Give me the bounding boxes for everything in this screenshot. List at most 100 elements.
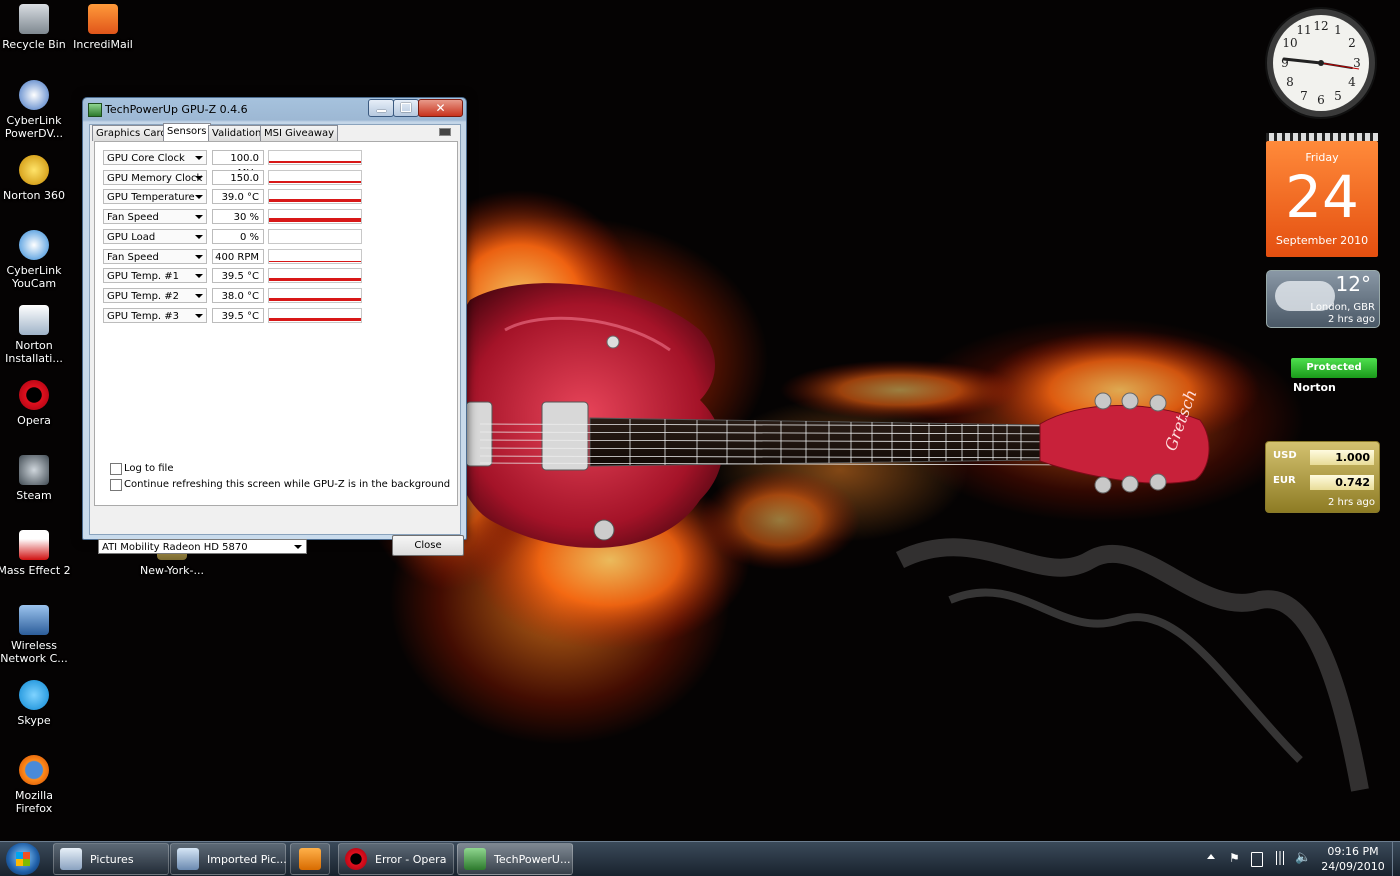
desktop-icon-skype[interactable]: Skype [0,676,72,727]
taskbar-button-imported-pictures[interactable]: Imported Pic... [170,843,287,875]
sensor-graph [268,248,362,264]
desktop-icon-label: Norton Installati... [5,339,63,365]
sensor-value: 400 RPM [212,248,264,264]
clock-numeral: 2 [1348,36,1356,50]
clock-numeral: 10 [1282,36,1297,50]
tab-msi-giveaway[interactable]: MSI Giveaway [260,125,339,141]
window-titlebar[interactable]: TechPowerUp GPU-Z 0.4.6 ✕ [83,98,466,122]
close-button[interactable]: Close [392,535,464,556]
maximize-icon [401,103,411,112]
clock-date[interactable]: 24/09/2010 [1318,860,1388,873]
currency-to-code[interactable]: EUR [1273,475,1296,486]
sensor-graph [268,287,362,303]
gpuz-window[interactable]: TechPowerUp GPU-Z 0.4.6 ✕ Graphics Card … [82,97,467,556]
sensor-name-dropdown[interactable]: GPU Memory Clock [103,169,207,185]
action-center-flag-icon[interactable]: ⚑ [1229,851,1241,865]
desktop-icon-label: CyberLink PowerDV... [4,114,64,140]
sensor-graph-bar [269,199,361,203]
desktop-icon-label: Recycle Bin [2,38,66,51]
sensor-value: 38.0 °C [212,287,264,303]
desktop-icon-label: New-York-... [140,564,204,577]
sensor-name-dropdown[interactable]: Fan Speed [103,248,207,264]
show-hidden-icons-chevron-icon[interactable] [1207,854,1215,859]
taskbar-button-gpuz[interactable]: TechPowerU... [457,843,573,875]
chevron-down-icon [195,254,203,259]
gpu-select-dropdown[interactable]: ATI Mobility Radeon HD 5870 [98,539,307,554]
desktop-icon-opera[interactable]: Opera [0,376,72,427]
sensor-value: 39.5 °C [212,268,264,284]
desktop-icon-incredimail[interactable]: IncrediMail [65,0,141,51]
desktop-icon-norton-360[interactable]: Norton 360 [0,151,72,202]
calendar-gadget[interactable]: Friday 24 September 2010 [1266,133,1378,257]
mass-effect-icon [19,530,49,560]
currency-from-value[interactable]: 1.000 [1310,450,1374,465]
sensor-graph [268,228,362,244]
clock-gadget[interactable]: 12 1 2 3 4 5 6 7 8 9 10 11 [1264,6,1378,120]
clock-numeral: 1 [1334,23,1342,37]
sensor-graph-bar [269,218,361,223]
taskbar-button-pictures[interactable]: Pictures [53,843,169,875]
desktop-icon-recycle-bin[interactable]: Recycle Bin [0,0,72,51]
norton-360-icon [19,155,49,185]
taskbar-button-label: Pictures [90,853,134,866]
norton-status-badge: Protected [1291,358,1377,378]
log-to-file-checkbox[interactable] [110,463,122,475]
tab-sensors[interactable]: Sensors [163,123,211,142]
sensor-name-dropdown[interactable]: GPU Temp. #3 [103,307,207,323]
sensor-name: GPU Core Clock [107,153,185,164]
show-desktop-button[interactable] [1392,842,1400,876]
currency-to-value[interactable]: 0.742 [1310,475,1374,490]
sensor-graph-bar [269,278,361,282]
calendar-rings [1266,133,1378,141]
desktop-icon-cyberlink-youcam[interactable]: CyberLink YouCam [0,226,72,290]
sensor-name-dropdown[interactable]: Fan Speed [103,209,207,225]
chevron-down-icon [195,156,203,160]
minimize-button[interactable] [368,99,394,117]
desktop-icon-norton-installation[interactable]: Norton Installati... [0,301,72,365]
sensor-name: GPU Temp. #3 [107,310,180,322]
network-signal-icon[interactable] [1273,851,1287,865]
norton-gadget[interactable]: Protected Norton [1291,358,1378,394]
log-to-file-label: Log to file [124,463,174,474]
taskbar-button-opera[interactable]: Error - Opera [338,843,454,875]
sensor-value: 0 % [212,228,264,244]
window-title: TechPowerUp GPU-Z 0.4.6 [105,103,248,116]
desktop-icon-firefox[interactable]: Mozilla Firefox [0,751,72,815]
gpuz-panel: Graphics Card Sensors Validation MSI Giv… [89,123,464,556]
maximize-button[interactable] [393,99,419,117]
chevron-down-icon [195,293,203,298]
sensor-name: GPU Temp. #1 [107,271,180,283]
desktop-icon-steam[interactable]: Steam [0,451,72,502]
battery-icon[interactable] [1251,852,1263,867]
tab-validation[interactable]: Validation [208,125,266,141]
sensor-value: 39.5 °C [212,307,264,323]
volume-icon[interactable]: 🔈 [1295,850,1311,865]
close-window-button[interactable]: ✕ [418,99,463,117]
calendar-day-number: 24 [1285,163,1359,231]
weather-gadget[interactable]: 12° London, GBR 2 hrs ago [1266,270,1380,328]
weather-location: London, GBR [1310,302,1375,313]
sensor-graph [268,268,362,284]
chevron-down-icon [195,195,203,200]
sensor-name-dropdown[interactable]: GPU Temperature [103,189,207,205]
windows-logo-icon [16,852,30,866]
sensor-name-dropdown[interactable]: GPU Temp. #1 [103,268,207,284]
start-button[interactable] [6,843,40,875]
desktop-icon-mass-effect-2[interactable]: Mass Effect 2 [0,526,72,577]
continue-refresh-checkbox[interactable] [110,479,122,491]
firefox-icon [19,755,49,785]
desktop-icon-wireless-network[interactable]: Wireless Network C... [0,601,72,665]
currency-updated: 2 hrs ago [1328,497,1375,508]
currency-from-code[interactable]: USD [1273,450,1297,461]
taskbar-button-media-player[interactable] [290,843,330,875]
currency-gadget[interactable]: USD 1.000 EUR 0.742 2 hrs ago [1265,441,1380,513]
desktop-icon-label: Opera [17,414,51,427]
camera-icon[interactable] [439,128,451,136]
sensor-name-dropdown[interactable]: GPU Core Clock [103,150,207,165]
clock-time[interactable]: 09:16 PM [1318,845,1388,858]
tab-graphics-card[interactable]: Graphics Card [92,125,171,141]
desktop-icon-cyberlink-powerdvd[interactable]: CyberLink PowerDV... [0,76,72,140]
sensor-name-dropdown[interactable]: GPU Load [103,228,207,244]
sensor-name-dropdown[interactable]: GPU Temp. #2 [103,287,207,303]
photo-gallery-icon [177,848,199,870]
